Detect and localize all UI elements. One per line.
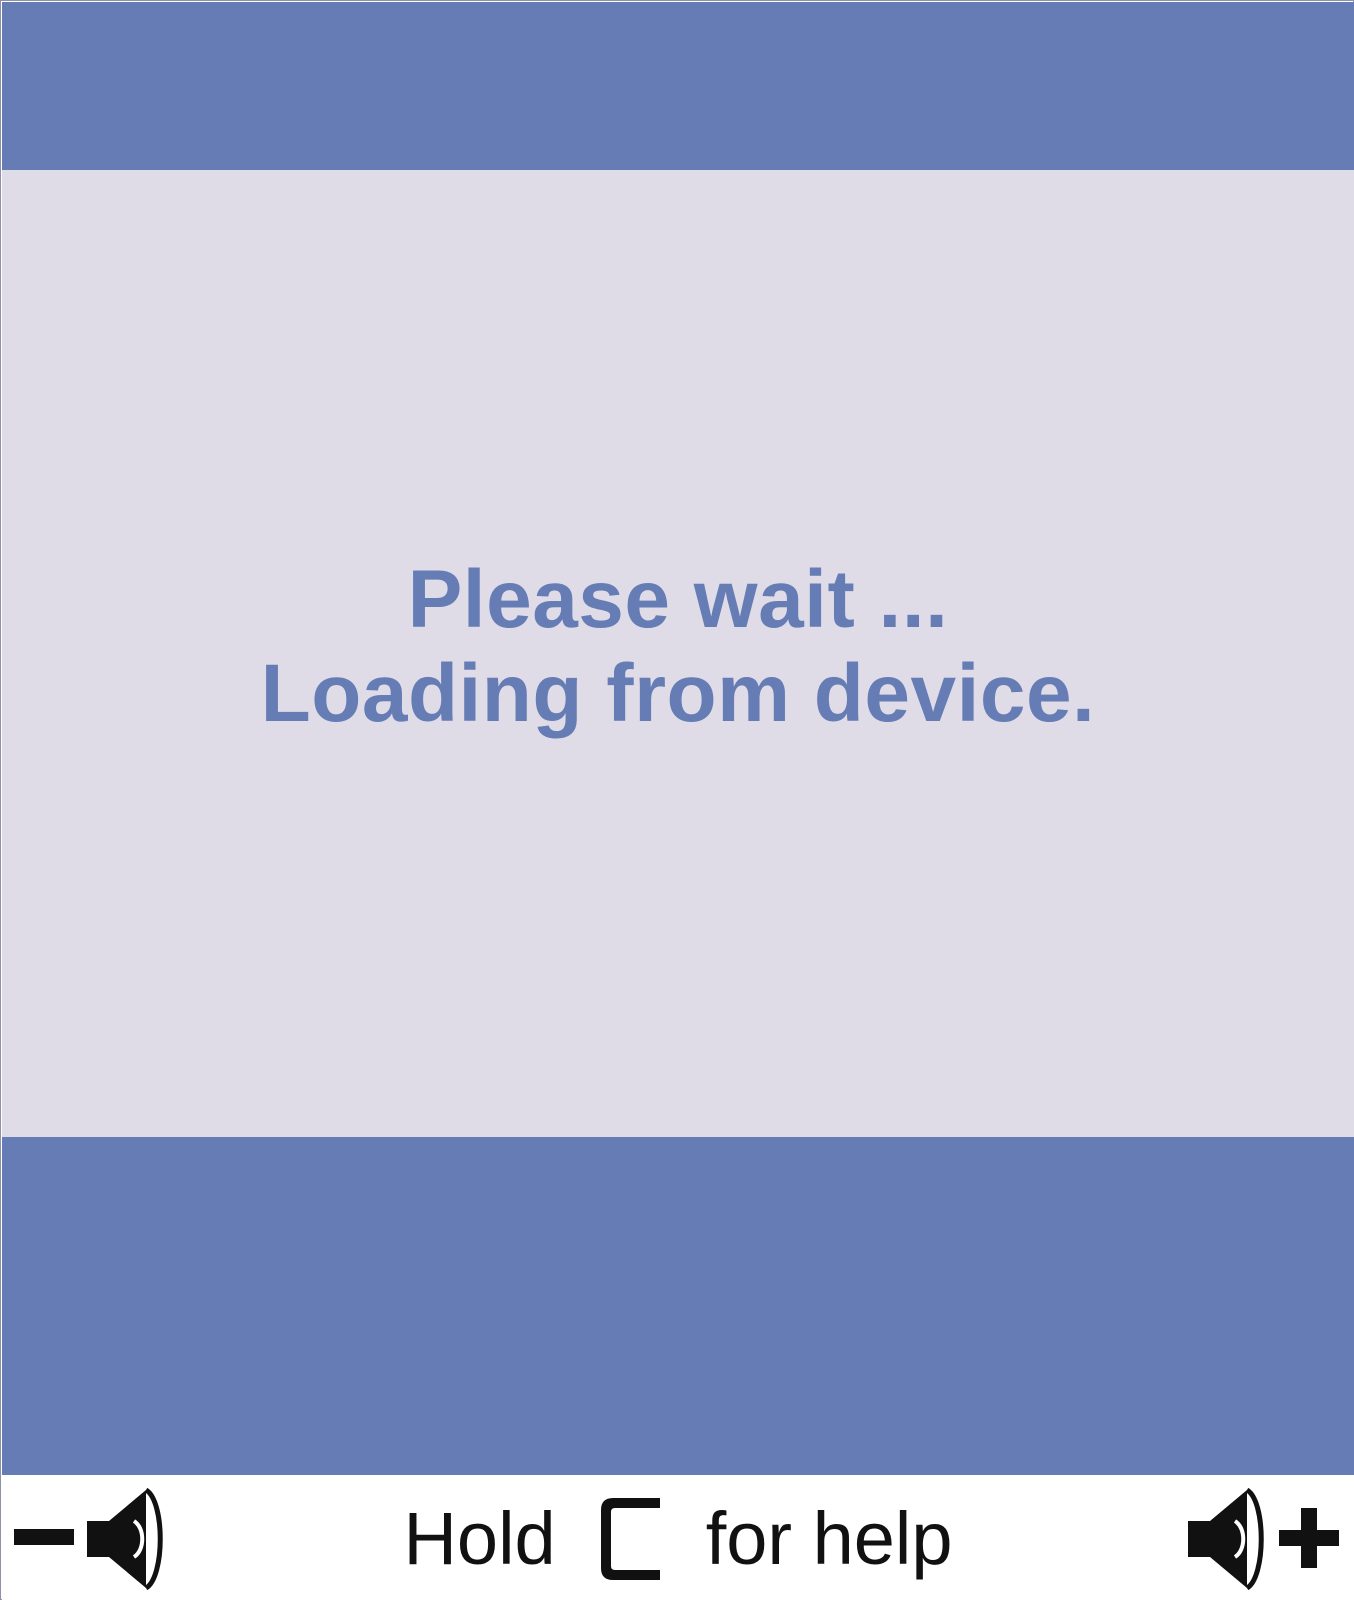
c-key-icon: C [598, 1495, 662, 1583]
hold-label: Hold [403, 1497, 556, 1580]
bottom-band [2, 1137, 1354, 1475]
device-screen: Please wait ... Loading from device. Hol… [0, 0, 1354, 1600]
message-area: Please wait ... Loading from device. [2, 170, 1354, 1137]
c-key-label: C [662, 1495, 663, 1496]
top-band [2, 2, 1354, 170]
please-wait-text: Please wait ... [407, 554, 949, 645]
for-help-label: for help [705, 1497, 953, 1580]
loading-from-device-text: Loading from device. [260, 648, 1096, 739]
volume-up-button[interactable] [1186, 1483, 1344, 1595]
help-hint: Hold C for help [2, 1489, 1354, 1589]
loading-message: Please wait ... Loading from device. [2, 553, 1354, 741]
footer-bar: Hold C for help [2, 1475, 1354, 1600]
volume-up-icon [1188, 1487, 1339, 1591]
